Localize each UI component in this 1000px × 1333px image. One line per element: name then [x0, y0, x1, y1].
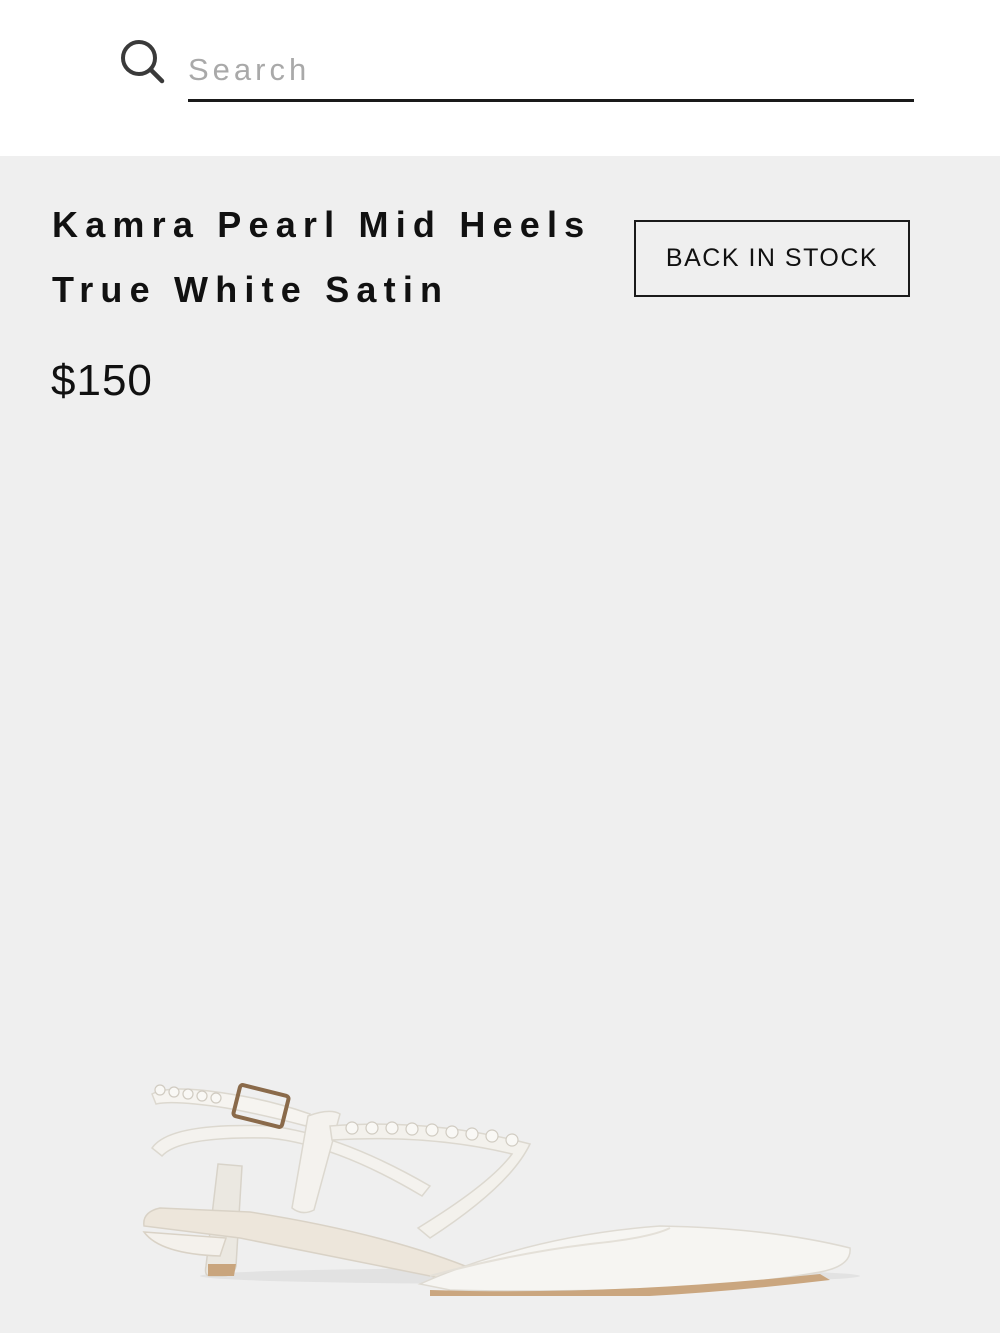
- page: Kamra Pearl Mid Heels True White Satin B…: [0, 0, 1000, 1333]
- product-title-line-2: True White Satin: [52, 269, 450, 310]
- search-header: [0, 0, 1000, 156]
- product-title-line-1: Kamra Pearl Mid Heels: [52, 204, 592, 245]
- product-price: $150: [51, 356, 153, 405]
- search-icon[interactable]: [118, 38, 166, 86]
- product-image[interactable]: [130, 976, 870, 1296]
- search-input[interactable]: [188, 40, 914, 102]
- back-in-stock-badge[interactable]: BACK IN STOCK: [634, 220, 910, 297]
- product-section: Kamra Pearl Mid Heels True White Satin B…: [0, 156, 1000, 1333]
